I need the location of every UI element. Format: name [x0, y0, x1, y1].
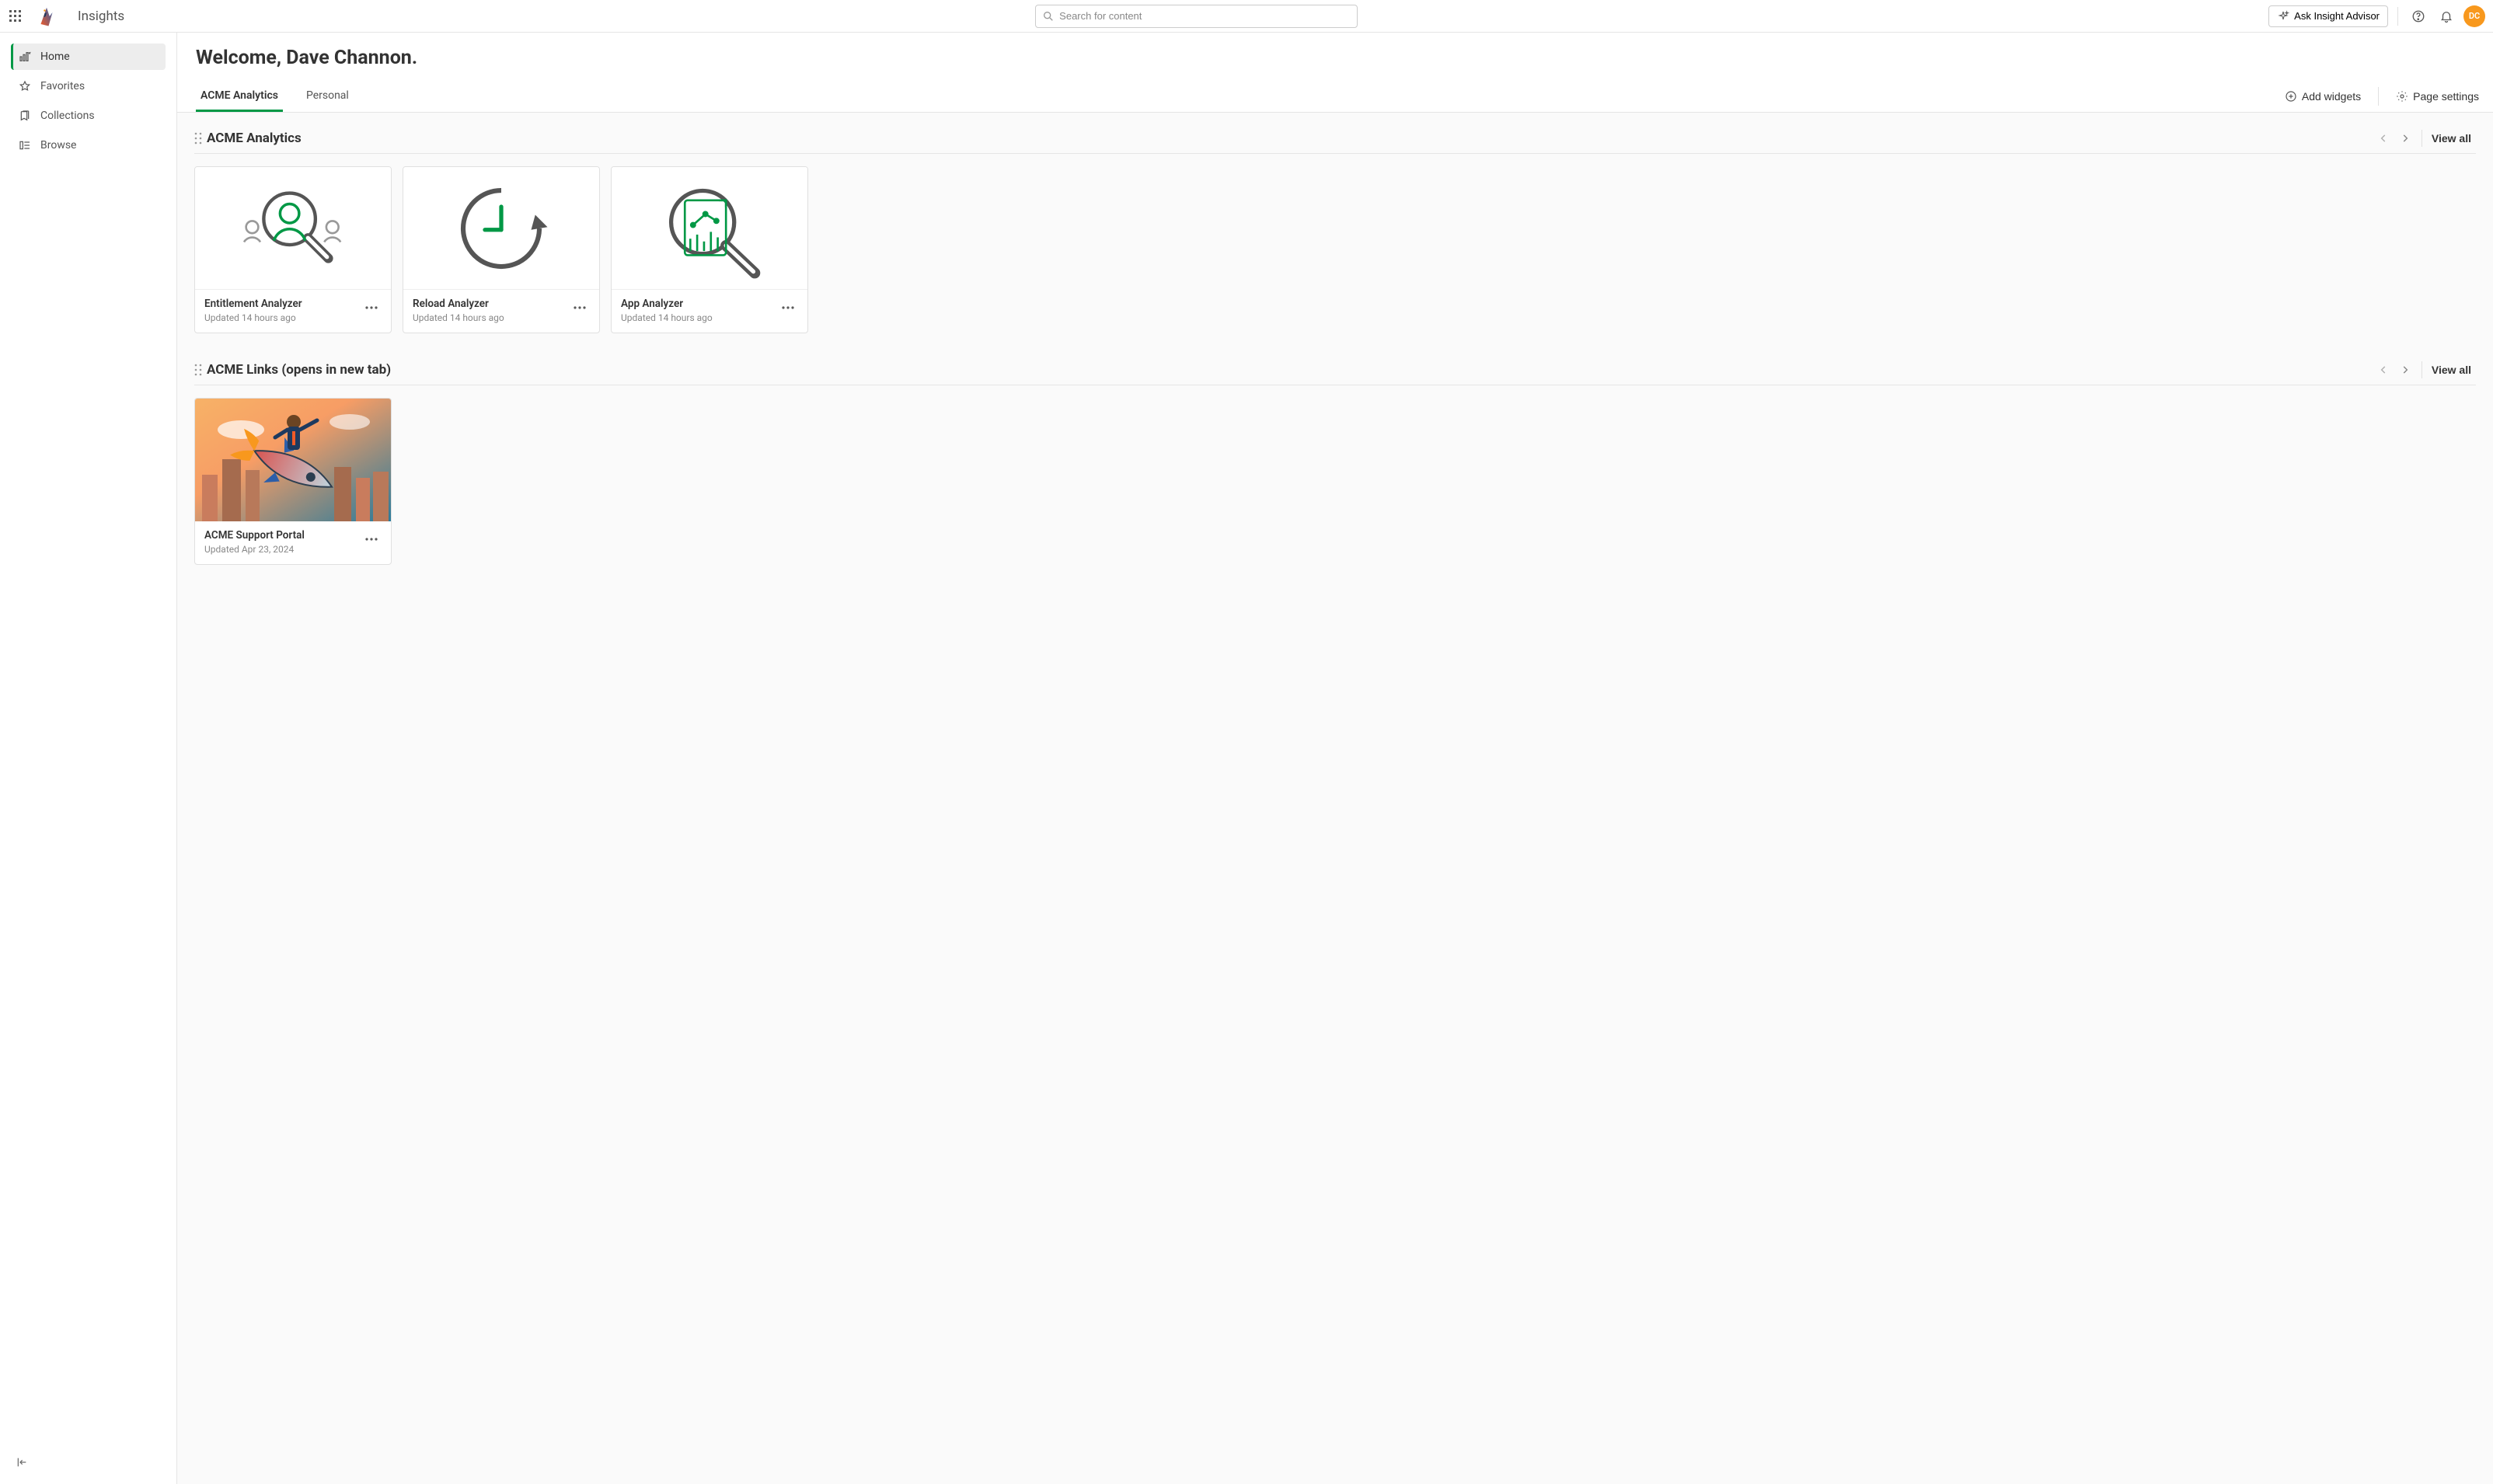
view-all-label: View all: [2432, 132, 2471, 145]
ask-advisor-button[interactable]: Ask Insight Advisor: [2268, 5, 2388, 27]
app-logo: [33, 2, 61, 30]
more-icon[interactable]: [778, 298, 798, 318]
section-header: ACME Links (opens in new tab) View all: [194, 357, 2476, 385]
section-acme-links: ACME Links (opens in new tab) View all: [185, 357, 2485, 565]
card-subtitle: Updated 14 hours ago: [204, 312, 302, 323]
avatar-initials: DC: [2469, 11, 2480, 21]
sidebar-item-label: Home: [40, 51, 70, 63]
avatar[interactable]: DC: [2463, 5, 2485, 27]
page-title: Welcome, Dave Channon.: [196, 47, 2474, 69]
more-icon[interactable]: [570, 298, 590, 318]
tab-acme-analytics[interactable]: ACME Analytics: [196, 85, 283, 112]
add-widgets-button[interactable]: Add widgets: [2279, 87, 2367, 106]
chevron-right-icon[interactable]: [2395, 128, 2415, 148]
sidebar-item-label: Favorites: [40, 80, 85, 92]
tab-personal[interactable]: Personal: [302, 85, 354, 112]
card-thumb: [195, 399, 391, 521]
sidebar-item-favorites[interactable]: Favorites: [11, 73, 166, 99]
cards: Entitlement Analyzer Updated 14 hours ag…: [185, 166, 2485, 333]
card-title: App Analyzer: [621, 298, 713, 310]
header-right: Ask Insight Advisor DC: [2268, 5, 2485, 27]
chevron-left-icon[interactable]: [2373, 128, 2394, 148]
search-box[interactable]: [1035, 5, 1358, 28]
plus-circle-icon: [2285, 90, 2297, 103]
view-all-button[interactable]: View all: [2422, 361, 2476, 378]
content: Home Favorites Collections Browse: [0, 33, 2493, 1484]
card-thumb: [195, 167, 391, 290]
search-icon: [1042, 10, 1055, 23]
page-settings-button[interactable]: Page settings: [2390, 87, 2485, 106]
help-icon[interactable]: [2408, 5, 2429, 27]
card-title: Reload Analyzer: [413, 298, 504, 310]
tab-label: Personal: [306, 89, 349, 102]
card-reload-analyzer[interactable]: Reload Analyzer Updated 14 hours ago: [403, 166, 600, 333]
view-all-button[interactable]: View all: [2422, 130, 2476, 147]
star-icon: [19, 80, 31, 92]
gear-icon: [2396, 90, 2408, 103]
tab-actions: Add widgets Page settings: [2279, 87, 2485, 110]
header-center: [124, 5, 2268, 28]
card-app-analyzer[interactable]: App Analyzer Updated 14 hours ago: [611, 166, 808, 333]
sidebar-item-label: Browse: [40, 139, 76, 152]
ask-advisor-label: Ask Insight Advisor: [2294, 10, 2380, 22]
welcome-row: Welcome, Dave Channon.: [177, 33, 2493, 69]
sidebar-item-label: Collections: [40, 110, 95, 122]
browse-icon: [19, 139, 31, 152]
sparkle-icon: [2277, 10, 2289, 23]
search-input[interactable]: [1059, 10, 1351, 22]
notifications-icon[interactable]: [2435, 5, 2457, 27]
page-settings-label: Page settings: [2413, 90, 2479, 103]
card-thumb: [612, 167, 807, 290]
card-entitlement-analyzer[interactable]: Entitlement Analyzer Updated 14 hours ag…: [194, 166, 392, 333]
collapse-sidebar-icon[interactable]: [11, 1451, 33, 1473]
card-title: ACME Support Portal: [204, 529, 305, 542]
nav-list: Home Favorites Collections Browse: [11, 44, 166, 162]
sidebar-item-browse[interactable]: Browse: [11, 132, 166, 159]
home-analytics-icon: [19, 51, 31, 63]
cards: ACME Support Portal Updated Apr 23, 2024: [185, 398, 2485, 565]
tab-label: ACME Analytics: [200, 89, 278, 102]
divider: [2378, 87, 2379, 106]
divider: [2397, 7, 2398, 26]
header-left: Insights: [8, 2, 124, 30]
tabs-row: ACME Analytics Personal Add widgets: [177, 85, 2493, 113]
card-title: Entitlement Analyzer: [204, 298, 302, 310]
drag-handle-icon[interactable]: [194, 364, 202, 376]
more-icon[interactable]: [361, 298, 382, 318]
section-acme-analytics: ACME Analytics View all: [185, 125, 2485, 333]
header: Insights Ask Insight Advisor DC: [0, 0, 2493, 33]
drag-handle-icon[interactable]: [194, 132, 202, 145]
chevron-right-icon[interactable]: [2395, 360, 2415, 380]
bookmark-icon: [19, 110, 31, 122]
card-subtitle: Updated 14 hours ago: [621, 312, 713, 323]
section-title: ACME Links (opens in new tab): [207, 362, 391, 378]
card-subtitle: Updated Apr 23, 2024: [204, 544, 305, 555]
card-support-portal[interactable]: ACME Support Portal Updated Apr 23, 2024: [194, 398, 392, 565]
sidebar: Home Favorites Collections Browse: [0, 33, 177, 1484]
sidebar-item-home[interactable]: Home: [11, 44, 166, 70]
sections: ACME Analytics View all: [177, 113, 2493, 1484]
card-subtitle: Updated 14 hours ago: [413, 312, 504, 323]
more-icon[interactable]: [361, 529, 382, 549]
app-title: Insights: [78, 9, 124, 24]
section-header: ACME Analytics View all: [194, 125, 2476, 154]
view-all-label: View all: [2432, 364, 2471, 376]
main: Welcome, Dave Channon. ACME Analytics Pe…: [177, 33, 2493, 1484]
add-widgets-label: Add widgets: [2302, 90, 2361, 103]
sidebar-item-collections[interactable]: Collections: [11, 103, 166, 129]
section-title: ACME Analytics: [207, 131, 302, 146]
chevron-left-icon[interactable]: [2373, 360, 2394, 380]
tabs: ACME Analytics Personal: [196, 85, 354, 112]
card-thumb: [403, 167, 599, 290]
app-launcher-icon[interactable]: [8, 9, 23, 24]
